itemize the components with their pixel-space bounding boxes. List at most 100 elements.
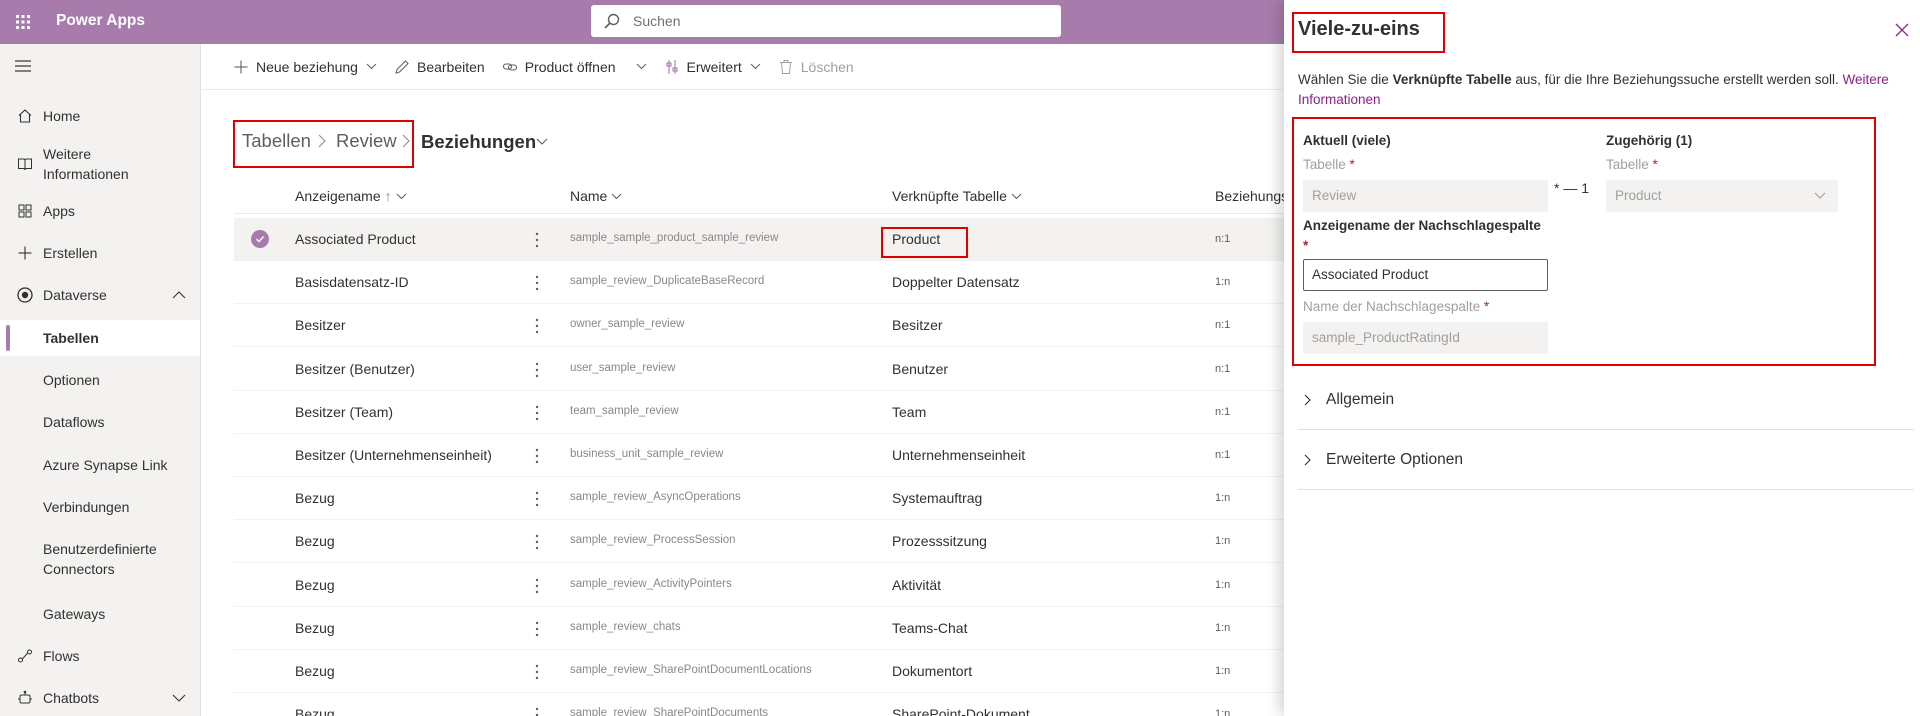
table-row[interactable]: Besitzer (Benutzer) user_sample_review Ben…	[234, 348, 1284, 391]
side-panel: Viele-zu-eins Wählen Sie die Verknüpfte …	[1284, 0, 1920, 716]
breadcrumb-review[interactable]: Review	[336, 130, 397, 152]
display-name-cell: Bezug	[295, 490, 335, 507]
chatbot-icon	[16, 689, 34, 707]
accordion-general[interactable]: Allgemein	[1298, 370, 1914, 430]
accordion-advanced-options[interactable]: Erweiterte Optionen	[1298, 430, 1914, 490]
more-options-icon[interactable]	[531, 489, 543, 509]
more-options-icon[interactable]	[531, 705, 543, 716]
lookup-display-input[interactable]: Associated Product	[1303, 259, 1548, 291]
breadcrumb-current[interactable]: Beziehungen	[421, 131, 536, 153]
current-header: Aktuell (viele)	[1303, 133, 1391, 148]
table-row[interactable]: Basisdatensatz-ID sample_review_Duplicate…	[234, 261, 1284, 305]
sidebar-item-home[interactable]: Home	[0, 98, 200, 134]
current-table-label: Tabelle *	[1303, 157, 1355, 172]
apps-icon	[16, 202, 34, 220]
close-icon[interactable]	[1895, 23, 1909, 37]
more-options-icon[interactable]	[531, 532, 543, 552]
new-relationship-button[interactable]: Neue beziehung	[232, 58, 377, 76]
chevron-down-icon	[750, 63, 761, 70]
sidebar-item-chatbots[interactable]: Chatbots	[0, 680, 200, 716]
schema-name-cell: sample_review_chats	[570, 620, 681, 633]
search-box[interactable]: Suchen	[591, 5, 1061, 37]
table-row[interactable]: Bezug sample_review_ActivityPointers Aktiv…	[234, 564, 1284, 607]
app-title[interactable]: Power Apps	[56, 12, 145, 30]
sidebar-item-dataflows[interactable]: Dataflows	[0, 404, 200, 440]
table-row[interactable]: Bezug sample_review_ProcessSession Prozess…	[234, 520, 1284, 564]
sidebar-item-options[interactable]: Optionen	[0, 362, 200, 398]
pencil-icon	[393, 58, 411, 76]
table-header: Anzeigename ↑ Name Verknüpfte Tabelle Be…	[234, 180, 1288, 214]
more-options-icon[interactable]	[531, 273, 543, 293]
sidebar-item-connections[interactable]: Verbindungen	[0, 489, 200, 525]
sidebar-item-azure-synapse-link[interactable]: Azure Synapse Link	[0, 447, 200, 483]
dataverse-icon	[16, 286, 34, 304]
table-row[interactable]: Bezug sample_review_SharePointDocuments Sh…	[234, 693, 1284, 716]
sort-indicator: ↑	[384, 188, 392, 204]
table-row[interactable]: Besitzer owner_sample_review Besitzer n:1	[234, 304, 1284, 348]
related-table-cell: Besitzer	[892, 317, 943, 334]
table-row[interactable]: Bezug sample_review_SharePointDocumentLoc…	[234, 650, 1284, 693]
sidebar-item-dataverse[interactable]: Dataverse	[0, 277, 200, 313]
relationship-type-cell: n:1	[1215, 233, 1231, 245]
related-table-cell: Dokumentort	[892, 663, 973, 679]
lookup-name-field: sample_ProductRatingId	[1303, 322, 1548, 354]
more-options-icon[interactable]	[531, 230, 543, 250]
command-bar: Neue beziehung Bearbeiten Product öffnen…	[202, 44, 1282, 90]
breadcrumb-tables[interactable]: Tabellen	[242, 130, 311, 152]
related-table-highlight	[881, 227, 968, 258]
sidebar-item-custom-connectors[interactable]: Benutzerdefinierte Connectors	[0, 535, 200, 583]
sidebar-item-more-info[interactable]: Weitere Informationen	[0, 140, 200, 188]
more-options-icon[interactable]	[531, 360, 543, 380]
column-header-related-table[interactable]: Verknüpfte Tabelle	[892, 188, 1022, 204]
display-name-cell: Bezug	[295, 706, 335, 716]
home-icon	[16, 107, 34, 125]
more-options-icon[interactable]	[531, 662, 543, 682]
display-name-cell: Bezug	[295, 619, 335, 636]
app-launcher-icon[interactable]	[0, 0, 46, 44]
chevron-down-icon[interactable]	[536, 138, 548, 146]
column-header-name[interactable]: Name	[570, 188, 622, 204]
checkmark-icon[interactable]	[251, 230, 269, 248]
column-header-display-name[interactable]: Anzeigename ↑	[295, 188, 407, 204]
relationship-type-cell: 1:n	[1215, 492, 1231, 505]
book-icon	[16, 155, 34, 173]
sidebar-item-apps[interactable]: Apps	[0, 193, 200, 229]
table-row[interactable]: Besitzer (Unternehmenseinheit) business_u…	[234, 434, 1284, 477]
table-row[interactable]: Associated Product sample_sample_product_…	[234, 218, 1284, 261]
relationship-type-cell: 1:n	[1215, 535, 1231, 548]
schema-name-cell: sample_review_AsyncOperations	[570, 491, 741, 504]
more-options-icon[interactable]	[531, 316, 543, 336]
search-input[interactable]: Suchen	[633, 13, 680, 29]
more-options-icon[interactable]	[531, 619, 543, 639]
column-header-relationship-type[interactable]: Beziehungs	[1215, 188, 1288, 204]
open-product-button[interactable]: Product öffnen	[501, 58, 647, 76]
chevron-up-icon[interactable]	[172, 291, 186, 299]
chevron-down-icon	[396, 193, 407, 200]
table-row[interactable]: Bezug sample_review_chats Teams-Chat 1:n	[234, 607, 1284, 650]
delete-button[interactable]: Löschen	[777, 58, 854, 76]
sidebar-item-flows[interactable]: Flows	[0, 638, 200, 674]
sidebar-item-create[interactable]: Erstellen	[0, 235, 200, 271]
search-icon	[603, 12, 623, 30]
more-options-icon[interactable]	[531, 576, 543, 596]
chevron-down-icon[interactable]	[172, 694, 186, 702]
trash-icon	[777, 58, 795, 76]
more-options-icon[interactable]	[531, 403, 543, 423]
schema-name-cell: sample_review_DuplicateBaseRecord	[570, 275, 765, 288]
related-table-label: Tabelle *	[1606, 157, 1658, 172]
advanced-button[interactable]: Erweitert	[663, 58, 761, 76]
display-name-cell: Besitzer (Unternehmenseinheit)	[295, 447, 492, 463]
required-mark: *	[1303, 238, 1309, 253]
hamburger-icon[interactable]	[14, 59, 32, 73]
current-table-field: Review	[1303, 180, 1548, 212]
table-row[interactable]: Besitzer (Team) team_sample_review Team n:1	[234, 391, 1284, 434]
sidebar-item-tables[interactable]: Tabellen	[0, 320, 200, 356]
sidebar-item-gateways[interactable]: Gateways	[0, 596, 200, 632]
more-options-icon[interactable]	[531, 446, 543, 466]
chevron-down-icon[interactable]	[636, 63, 647, 70]
display-name-cell: Basisdatensatz-ID	[295, 274, 409, 291]
edit-button[interactable]: Bearbeiten	[393, 58, 485, 76]
table-row[interactable]: Bezug sample_review_AsyncOperations System…	[234, 477, 1284, 521]
flow-icon	[16, 647, 34, 665]
chevron-right-icon	[1304, 394, 1316, 406]
